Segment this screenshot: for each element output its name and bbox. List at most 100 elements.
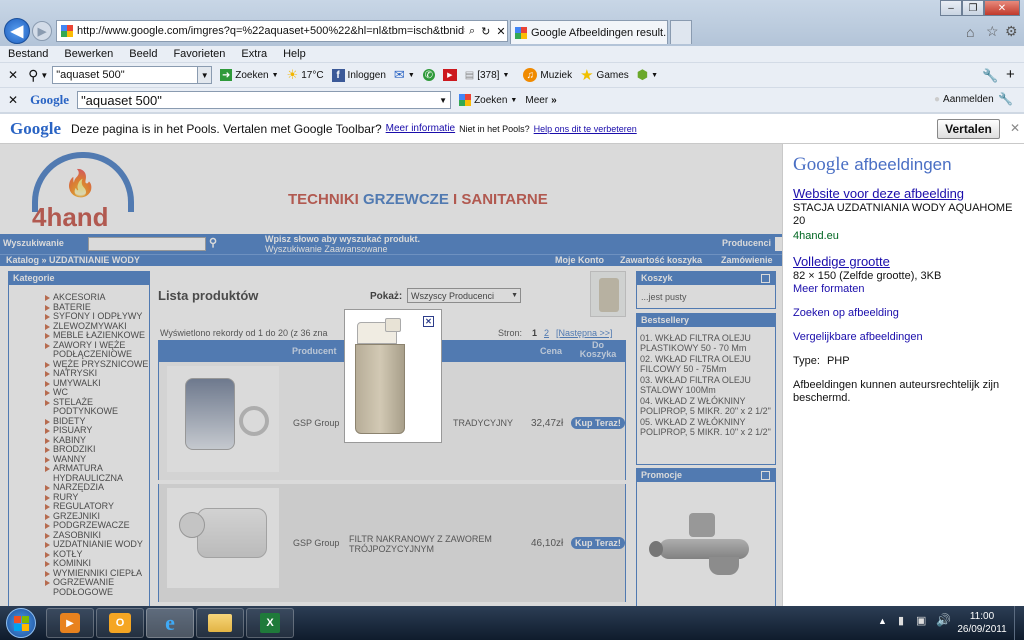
menu-view[interactable]: Beeld [129,48,157,60]
image-preview-popup[interactable]: ✕ [344,309,442,443]
network-icon[interactable]: ▣ [916,614,926,627]
url-text: http://www.google.com/imgres?q=%22aquase… [77,25,465,37]
signin-button[interactable]: ● Aanmelden [934,94,994,105]
menu-edit[interactable]: Bewerken [64,48,113,60]
mail-button[interactable]: ✉ ▼ [394,67,415,83]
tab-google-images[interactable]: Google Afbeeldingen result... ✕ [510,20,668,44]
addon-button[interactable]: ⬢ ▼ [637,67,658,83]
menu-favorites[interactable]: Favorieten [173,48,225,60]
tab-label: Google Afbeeldingen result... [531,26,668,39]
menu-bar: Bestand Bewerken Beeld Favorieten Extra … [0,46,1024,62]
more-sizes-link[interactable]: Meer formaten [793,283,1014,295]
menu-file[interactable]: Bestand [8,48,48,60]
google-images-logo-google: Google [793,154,849,175]
translate-google-logo: Google [10,118,61,138]
chevron-down-icon: ▼ [407,71,415,79]
magnifier-icon[interactable]: ⚲ [28,67,38,84]
search-dropdown-button[interactable]: ▼ [197,67,212,83]
taskbar-internet-explorer[interactable]: e [146,608,194,638]
close-translate-icon[interactable]: ✕ [1010,121,1020,135]
start-button[interactable] [6,608,36,638]
google-toolbar: ✕ Google "aquaset 500" ▼ Zoeken ▼ Meer» ●… [0,87,1024,112]
whatsapp-button[interactable]: ✆ [422,69,435,81]
internet-explorer-icon: e [165,610,175,635]
new-tab-button[interactable] [670,20,692,44]
tray-device-icon[interactable]: ▮ [898,614,904,627]
favorites-star-icon[interactable]: ☆ [986,23,999,40]
help-improve-link[interactable]: Help ons dit te verbeteren [534,124,637,134]
taskbar-excel[interactable]: X [246,608,294,638]
more-button[interactable]: Meer» [525,95,556,106]
clock-date: 26/09/2011 [957,624,1007,635]
image-details-pane: Google afbeeldingen Website voor deze af… [782,144,1024,606]
chevron-down-icon: ▼ [651,71,659,79]
outlook-icon: O [109,613,131,633]
tray-expand-icon[interactable]: ▲ [878,616,887,626]
google-search-label: Zoeken [474,94,508,106]
chevron-down-icon: ▼ [510,96,518,104]
wrench-icon[interactable]: 🔧 [982,68,998,84]
back-button[interactable]: ◀ [4,18,30,44]
close-preview-icon[interactable]: ✕ [423,316,434,327]
gear-icon[interactable]: ⚙ [1005,23,1018,40]
google-images-logo: Google afbeeldingen [793,154,1014,176]
translate-button[interactable]: Vertalen [937,119,1000,139]
close-window-button[interactable]: ✕ [984,0,1020,16]
youtube-icon: ▶ [442,69,457,81]
taskbar-outlook[interactable]: O [96,608,144,638]
add-icon[interactable]: + [1006,66,1015,83]
notifications-button[interactable]: ▤ [378] ▼ [465,70,510,81]
search-go-button[interactable]: ➜ Zoeken ▼ [220,69,279,81]
favicon-icon [515,26,527,39]
star-icon: ★ [580,67,594,84]
search-go-label: Zoeken [235,69,269,81]
image-type: Type: PHP [793,355,1014,367]
full-size-link[interactable]: Volledige grootte [793,254,1014,269]
website-for-image-link[interactable]: Website voor deze afbeelding [793,186,1014,201]
stack-icon: ▤ [464,69,475,81]
toolbar-search-input[interactable]: "aquaset 500" ▼ [52,66,213,84]
excel-icon: X [260,613,280,633]
menu-help[interactable]: Help [283,48,306,60]
water-softener-image[interactable] [355,318,411,436]
chevron-down-icon: ▼ [502,71,510,79]
google-search-button[interactable]: Zoeken ▼ [459,94,517,106]
dropdown-arrow-icon[interactable]: ▼ [40,71,48,80]
taskbar-explorer[interactable] [196,608,244,638]
wrench-icon[interactable]: 🔧 [998,92,1013,106]
search-by-image-link[interactable]: Zoeken op afbeelding [793,307,1014,319]
youtube-button[interactable]: ▶ [442,69,457,81]
facebook-login-button[interactable]: f Inloggen [331,68,386,82]
facebook-login-label: Inloggen [347,69,386,81]
music-button[interactable]: ♫ Muziek [523,68,572,82]
minimize-button[interactable]: – [940,0,962,16]
show-desktop-button[interactable] [1014,606,1024,640]
chevron-down-icon: ▼ [271,71,279,79]
home-icon[interactable]: ⌂ [966,24,974,40]
refresh-icon[interactable]: ↻ [481,25,490,38]
clock[interactable]: 11:00 26/09/2011 [952,610,1012,636]
taskbar-media-player[interactable]: ▶ [46,608,94,638]
weather-button[interactable]: ☀ 17°C [287,67,324,83]
google-toolbar-search[interactable]: "aquaset 500" ▼ [77,91,452,109]
menu-tools[interactable]: Extra [241,48,267,60]
double-chevron-icon: » [551,94,557,106]
stop-icon[interactable]: ✕ [496,25,505,38]
image-type-value: PHP [826,355,850,367]
close-toolbar-icon[interactable]: ✕ [8,93,18,107]
address-bar[interactable]: http://www.google.com/imgres?q=%22aquase… [56,20,508,42]
windows-taskbar: ▶ O e X ▲ ▮ ▣ 🔊 11:00 26/09/2011 [0,606,1024,640]
similar-images-link[interactable]: Vergelijkbare afbeeldingen [793,331,1014,343]
volume-icon[interactable]: 🔊 [936,613,951,627]
clock-time: 11:00 [969,611,995,622]
forward-button[interactable]: ▶ [32,21,52,41]
games-button[interactable]: ★ Games [580,66,629,84]
maximize-button[interactable]: ❐ [962,0,984,16]
toolbar-search-value: "aquaset 500" [56,69,125,81]
close-toolbar-icon[interactable]: ✕ [8,68,18,82]
search-icon[interactable]: ⌕ [469,25,475,38]
google-images-logo-suffix: afbeeldingen [854,155,952,174]
sun-icon: ☀ [286,67,299,82]
chevron-down-icon[interactable]: ▼ [439,96,447,105]
more-info-link[interactable]: Meer informatie [386,123,455,134]
